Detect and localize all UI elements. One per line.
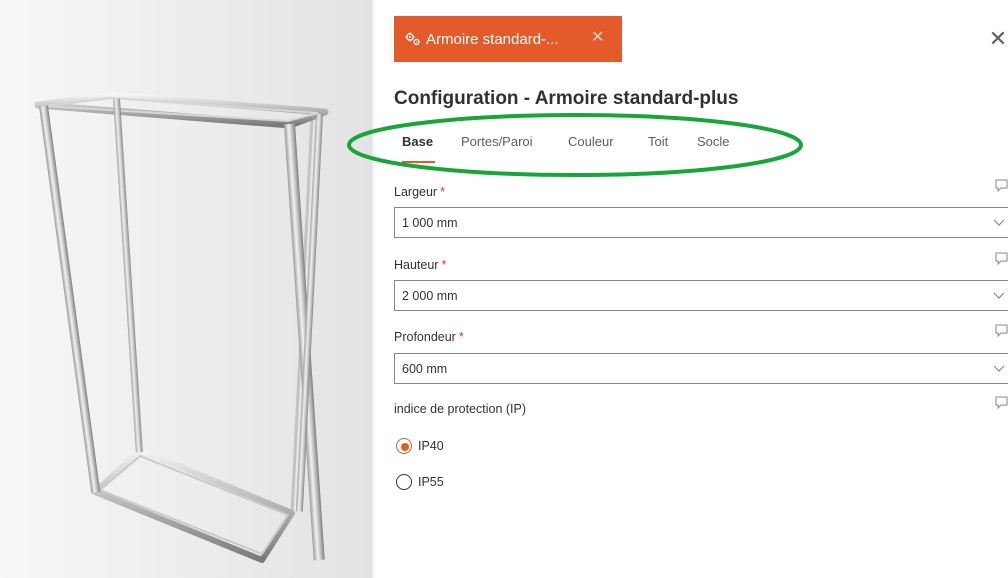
radio-selected-dot xyxy=(401,443,409,451)
largeur-value: 1 000 mm xyxy=(402,216,458,230)
chevron-down-icon xyxy=(993,292,1005,299)
close-icon: ✕ xyxy=(988,27,1008,52)
comment-edit-icon[interactable] xyxy=(995,324,1008,338)
3d-viewer[interactable] xyxy=(0,0,372,578)
comment-edit-icon[interactable] xyxy=(995,396,1008,410)
settings-gears-icon xyxy=(402,28,424,50)
radio-label: IP40 xyxy=(418,439,444,453)
close-icon[interactable]: ✕ xyxy=(591,28,604,48)
radio-circle xyxy=(396,474,412,490)
viewer-divider xyxy=(372,0,376,578)
required-marker: * xyxy=(441,258,447,272)
cabinet-frame-model[interactable] xyxy=(0,0,372,578)
profondeur-select[interactable]: 600 mm xyxy=(394,353,1008,384)
radio-circle xyxy=(396,438,412,454)
comment-edit-icon[interactable] xyxy=(995,179,1008,193)
largeur-select[interactable]: 1 000 mm xyxy=(394,207,1008,238)
profondeur-value: 600 mm xyxy=(402,362,448,376)
hauteur-select[interactable]: 2 000 mm xyxy=(394,280,1008,311)
page-title: Configuration - Armoire standard-plus xyxy=(394,88,739,109)
document-tab-label: Armoire standard-... xyxy=(426,30,559,48)
required-marker: * xyxy=(440,185,445,199)
chevron-down-icon xyxy=(993,219,1005,226)
largeur-label: Largeur * xyxy=(394,185,445,199)
required-marker: * xyxy=(458,330,464,344)
ip-label: indice de protection (IP) xyxy=(394,402,527,416)
close-panel-button[interactable]: ✕ xyxy=(988,28,1008,52)
hauteur-label: Hauteur * xyxy=(394,258,447,272)
profondeur-label: Profondeur * xyxy=(394,330,464,344)
document-tab[interactable]: Armoire standard-... ✕ xyxy=(394,16,622,62)
comment-edit-icon[interactable] xyxy=(995,252,1008,266)
hauteur-value: 2 000 mm xyxy=(402,289,458,303)
chevron-down-icon xyxy=(993,365,1005,372)
radio-label: IP55 xyxy=(418,475,444,489)
highlight-ellipse-annotation xyxy=(347,113,803,177)
